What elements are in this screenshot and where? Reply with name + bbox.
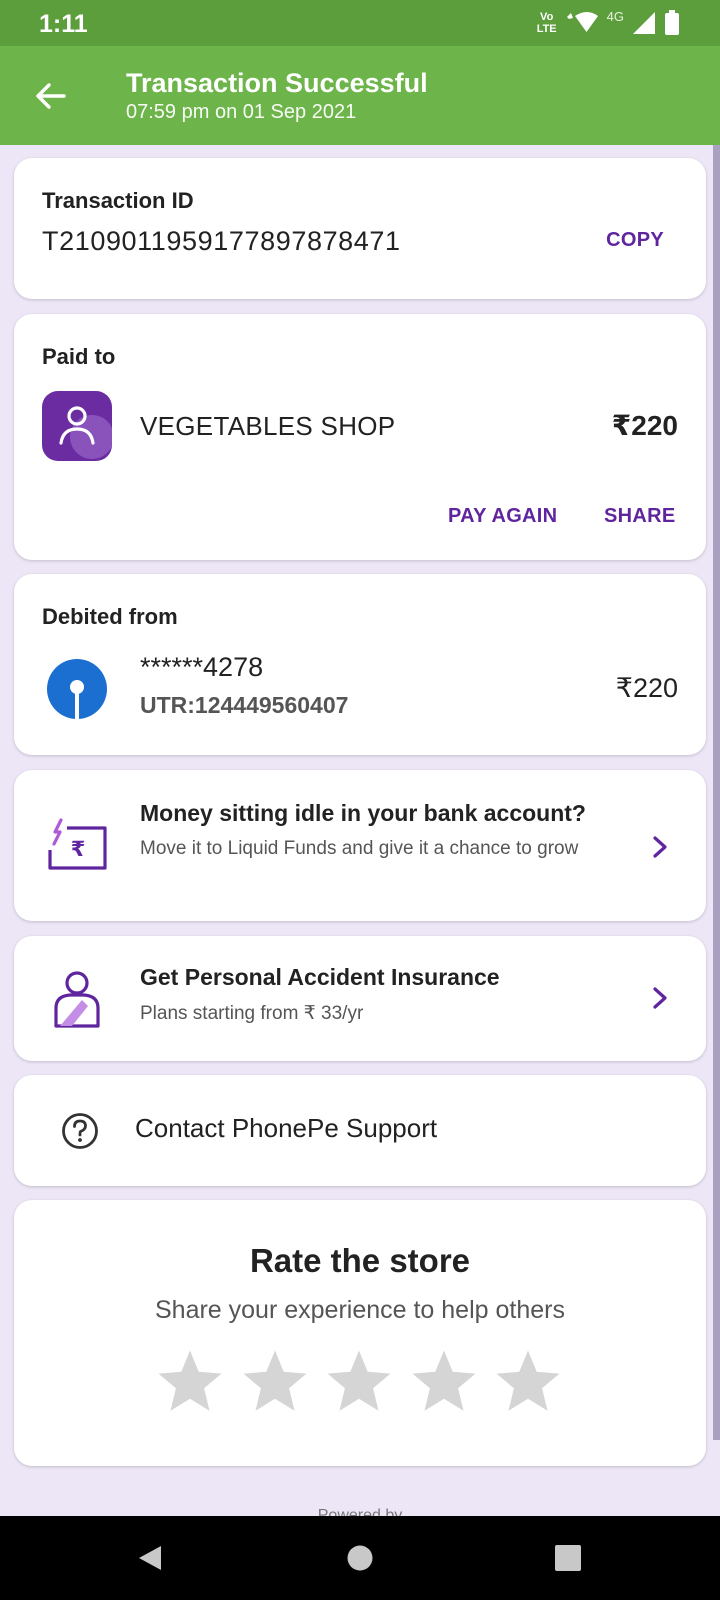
account-number: ******4278 xyxy=(140,652,264,682)
nav-recents-button[interactable] xyxy=(548,1538,588,1578)
pay-again-button[interactable]: PAY AGAIN xyxy=(448,505,557,528)
app-bar: Transaction Successful 07:59 pm on 01 Se… xyxy=(0,46,720,145)
merchant-avatar xyxy=(42,391,112,461)
square-recents-icon xyxy=(555,1545,581,1571)
triangle-back-icon xyxy=(139,1546,161,1570)
promo-title: Money sitting idle in your bank account? xyxy=(140,800,586,826)
liquid-funds-promo[interactable]: ₹ Money sitting idle in your bank accoun… xyxy=(14,770,706,921)
rate-subtitle: Share your experience to help others xyxy=(155,1296,565,1324)
star-rating xyxy=(154,1346,564,1418)
chevron-right-icon xyxy=(653,836,667,858)
arrow-left-icon xyxy=(36,83,66,109)
copy-button[interactable]: COPY xyxy=(606,229,664,252)
circle-home-icon xyxy=(347,1545,373,1571)
transaction-id-value: T2109011959177897878471 xyxy=(42,226,401,256)
promo-title: Get Personal Accident Insurance xyxy=(140,964,500,990)
rate-store-card: Rate the store Share your experience to … xyxy=(14,1200,706,1466)
insurance-icon xyxy=(54,971,100,1028)
page-subtitle: 07:59 pm on 01 Sep 2021 xyxy=(126,101,357,123)
insurance-promo[interactable]: Get Personal Accident Insurance Plans st… xyxy=(14,936,706,1061)
star-icon[interactable] xyxy=(239,1346,311,1418)
navigation-bar xyxy=(0,1516,720,1600)
back-button[interactable] xyxy=(28,74,72,118)
status-bar: 1:11 Vo LTE 4G xyxy=(0,0,720,46)
contact-support-card[interactable]: Contact PhonePe Support xyxy=(14,1075,706,1186)
status-time: 1:11 xyxy=(39,10,88,38)
help-icon xyxy=(62,1113,98,1149)
paid-amount: ₹220 xyxy=(611,410,678,441)
transaction-id-card: Transaction ID T2109011959177897878471 C… xyxy=(14,158,706,299)
bank-logo xyxy=(47,659,107,719)
volte-indicator: Vo LTE xyxy=(536,11,557,35)
share-button[interactable]: SHARE xyxy=(604,505,676,528)
scrollbar[interactable] xyxy=(713,145,720,1440)
contact-support-label: Contact PhonePe Support xyxy=(135,1113,438,1143)
star-icon[interactable] xyxy=(323,1346,395,1418)
utr-number: UTR:124449560407 xyxy=(140,692,349,718)
network-type: 4G xyxy=(606,8,624,24)
person-icon xyxy=(59,406,112,459)
promo-description: Plans starting from ₹ 33/yr xyxy=(140,1003,364,1024)
promo-description: Move it to Liquid Funds and give it a ch… xyxy=(140,838,579,859)
sbi-icon xyxy=(70,680,84,719)
battery-icon xyxy=(665,10,679,35)
debited-amount: ₹220 xyxy=(615,673,678,703)
merchant-name: VEGETABLES SHOP xyxy=(140,411,396,441)
svg-text:₹: ₹ xyxy=(71,837,86,861)
transaction-id-label: Transaction ID xyxy=(42,188,194,213)
star-icon[interactable] xyxy=(492,1346,564,1418)
liquid-funds-icon: ₹ xyxy=(48,818,107,870)
paid-to-label: Paid to xyxy=(42,344,116,369)
nav-back-button[interactable] xyxy=(130,1538,170,1578)
paid-to-card: Paid to VEGETABLES SHOP ₹220 PAY AGAIN S… xyxy=(14,314,706,560)
wifi-icon xyxy=(566,12,598,32)
page-title: Transaction Successful xyxy=(126,68,428,98)
status-icons: Vo LTE 4G xyxy=(537,8,680,38)
debited-from-card: Debited from ******4278 UTR:124449560407… xyxy=(14,574,706,755)
nav-home-button[interactable] xyxy=(340,1538,380,1578)
chevron-right-icon xyxy=(653,987,667,1009)
signal-icon xyxy=(633,12,655,34)
star-icon[interactable] xyxy=(408,1346,480,1418)
debited-from-label: Debited from xyxy=(42,604,178,629)
rate-title: Rate the store xyxy=(249,1242,471,1279)
star-icon[interactable] xyxy=(154,1346,226,1418)
